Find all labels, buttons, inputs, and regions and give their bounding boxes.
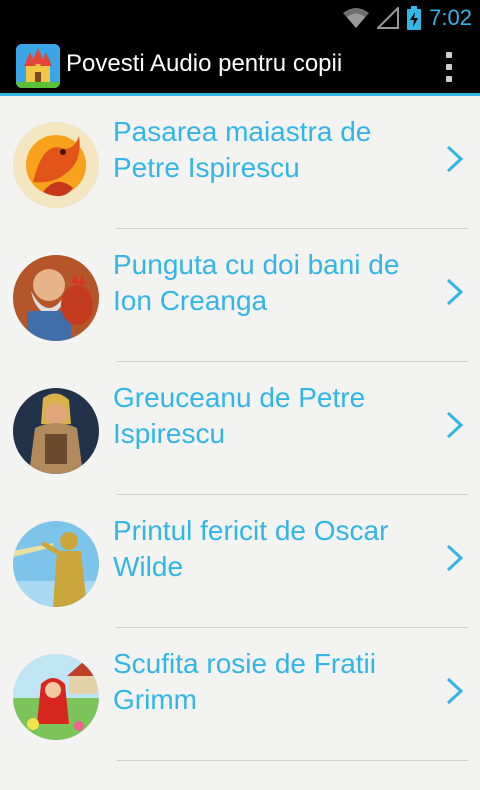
hero-warrior-thumbnail bbox=[13, 388, 99, 474]
story-title: Printul fericit de Oscar Wilde bbox=[113, 515, 389, 582]
status-clock: 7:02 bbox=[429, 5, 472, 30]
castle-icon bbox=[16, 44, 60, 88]
wifi-icon bbox=[343, 8, 370, 28]
chevron-right-icon bbox=[446, 278, 464, 306]
story-title: Punguta cu doi bani de Ion Creanga bbox=[113, 249, 400, 316]
status-bar: 7:02 bbox=[0, 0, 480, 36]
chevron-right-icon bbox=[446, 145, 464, 173]
story-title: Scufita rosie de Fratii Grimm bbox=[113, 648, 376, 715]
overflow-menu-icon[interactable] bbox=[444, 52, 454, 82]
story-title: Pasarea maiastra de Petre Ispirescu bbox=[113, 116, 372, 183]
firebird-thumbnail bbox=[13, 122, 99, 208]
story-list: Pasarea maiastra de Petre Ispirescu Pung… bbox=[0, 96, 480, 761]
story-list-item[interactable]: Pasarea maiastra de Petre Ispirescu bbox=[0, 96, 480, 229]
happy-prince-statue-thumbnail bbox=[13, 521, 99, 607]
app-title: Povesti Audio pentru copii bbox=[66, 50, 343, 77]
chevron-right-icon bbox=[446, 544, 464, 572]
status-icons: 7:02 bbox=[343, 0, 472, 36]
old-man-rooster-thumbnail bbox=[13, 255, 99, 341]
chevron-right-icon bbox=[446, 411, 464, 439]
signal-icon bbox=[377, 7, 400, 29]
chevron-right-icon bbox=[446, 677, 464, 705]
story-list-item[interactable]: Scufita rosie de Fratii Grimm bbox=[0, 628, 480, 761]
action-bar: Povesti Audio pentru copii bbox=[0, 36, 480, 96]
story-list-item[interactable]: Punguta cu doi bani de Ion Creanga bbox=[0, 229, 480, 362]
battery-charging-icon bbox=[407, 6, 422, 30]
story-list-item[interactable]: Greuceanu de Petre Ispirescu bbox=[0, 362, 480, 495]
red-riding-hood-thumbnail bbox=[13, 654, 99, 740]
story-list-item[interactable]: Printul fericit de Oscar Wilde bbox=[0, 495, 480, 628]
story-title: Greuceanu de Petre Ispirescu bbox=[113, 382, 366, 449]
app-icon[interactable] bbox=[16, 44, 60, 88]
list-divider bbox=[117, 760, 468, 761]
